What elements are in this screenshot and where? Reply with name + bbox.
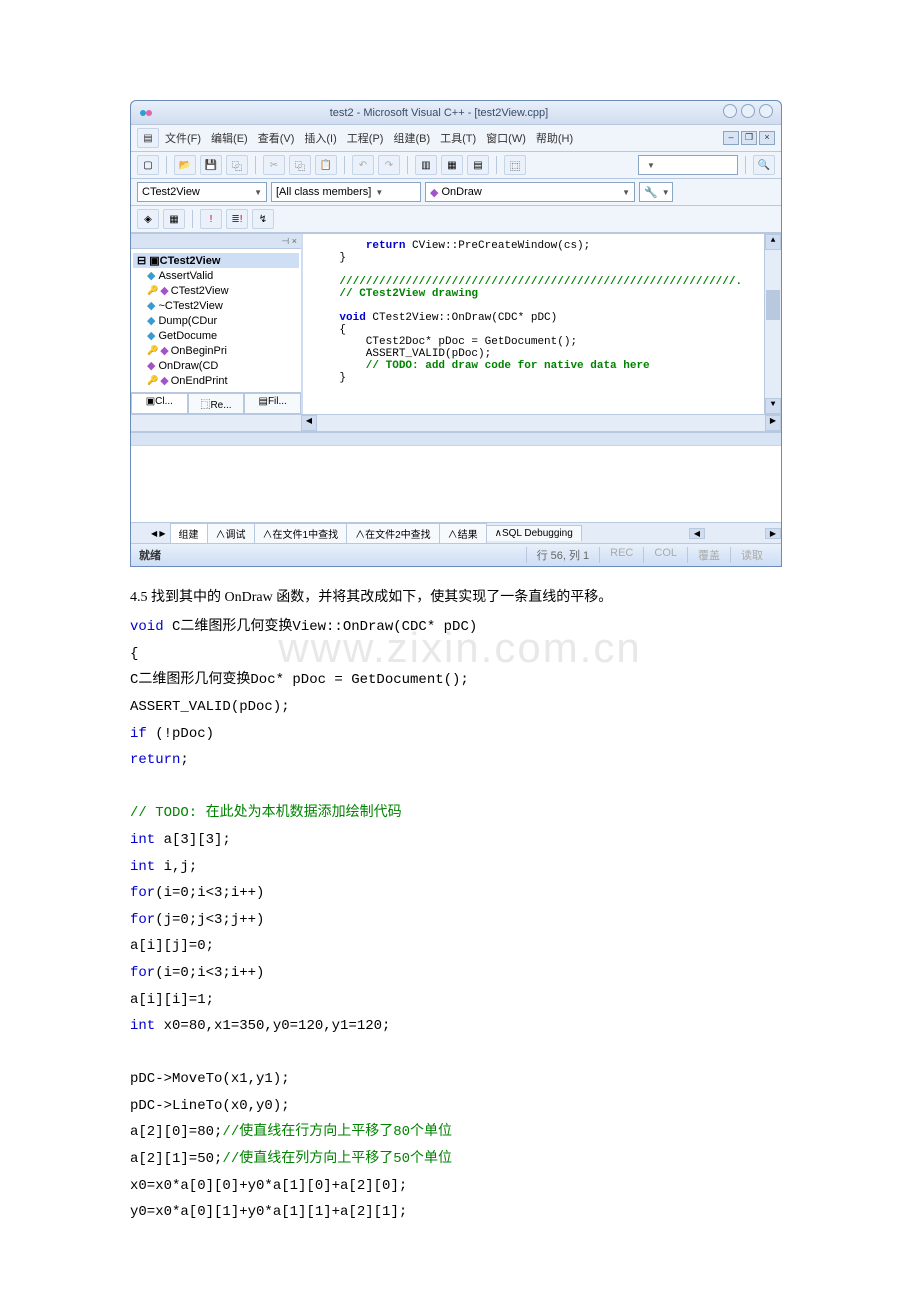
go-icon[interactable]: ↯ <box>252 209 274 229</box>
status-bar: 就绪 行 56, 列 1 REC COL 覆盖 读取 <box>131 543 781 566</box>
out-tab-find2[interactable]: ∧在文件2中查找 <box>346 523 440 543</box>
doc-intro: 4.5 找到其中的 OnDraw 函数，并将其改成如下，使其实现了一条直线的平移… <box>130 585 790 610</box>
member-combo[interactable]: ◆OnDraw▼ <box>425 182 635 202</box>
menu-window[interactable]: 窗口(W) <box>486 130 526 146</box>
code-h-scrollbar[interactable]: ◀ ▶ <box>131 414 781 431</box>
tree-panel-header[interactable]: ⊣ × <box>131 234 301 249</box>
cut-icon: ✂ <box>263 155 285 175</box>
output-panel-header[interactable] <box>131 433 781 446</box>
status-position: 行 56, 列 1 <box>526 547 600 563</box>
doc-icon[interactable]: ▤ <box>137 128 159 148</box>
class-combo[interactable]: CTest2View▼ <box>137 182 267 202</box>
tile-icon[interactable]: ⿴ <box>504 155 526 175</box>
tab-fileview[interactable]: ▤Fil... <box>244 393 301 414</box>
out-tab-find1[interactable]: ∧在文件1中查找 <box>254 523 348 543</box>
tab-resourceview[interactable]: ⿹Re... <box>188 393 245 414</box>
tree-node[interactable]: 🔑◆OnEndPrint <box>133 373 299 388</box>
output-icon[interactable]: ▦ <box>441 155 463 175</box>
status-col: COL <box>643 547 687 563</box>
child-close-button[interactable]: × <box>759 131 775 145</box>
save-all-icon[interactable]: ⿻ <box>226 155 248 175</box>
out-tab-build[interactable]: 组建 <box>170 523 208 543</box>
output-tabs: ◀ ▶ 组建 ∧调试 ∧在文件1中查找 ∧在文件2中查找 ∧结果 ∧SQL De… <box>131 522 781 543</box>
tree-tabs: ▣Cl... ⿹Re... ▤Fil... <box>131 392 301 414</box>
tab-classview[interactable]: ▣Cl... <box>131 393 188 414</box>
save-icon[interactable]: 💾 <box>200 155 222 175</box>
status-rec: REC <box>599 547 643 563</box>
config-combo[interactable]: ▼ <box>638 155 738 175</box>
menu-file[interactable]: 文件(F) <box>165 130 201 146</box>
menu-edit[interactable]: 编辑(E) <box>211 130 248 146</box>
window-title: test2 - Microsoft Visual C++ - [test2Vie… <box>159 107 719 119</box>
vertical-scrollbar[interactable]: ▲ ▼ <box>764 234 781 414</box>
toolbar-3: ◈ ▦ ! ≣! ↯ <box>131 206 781 233</box>
child-max-button[interactable]: ❐ <box>741 131 757 145</box>
new-icon[interactable]: ▢ <box>137 155 159 175</box>
out-tab-results[interactable]: ∧结果 <box>439 523 487 543</box>
execute-icon[interactable]: ≣! <box>226 209 248 229</box>
menu-bar: ▤ 文件(F) 编辑(E) 查看(V) 插入(I) 工程(P) 组建(B) 工具… <box>131 124 781 152</box>
window-list-icon[interactable]: ▤ <box>467 155 489 175</box>
status-ovr: 覆盖 <box>687 547 730 563</box>
title-bar: test2 - Microsoft Visual C++ - [test2Vie… <box>131 101 781 124</box>
filter-combo[interactable]: [All class members]▼ <box>271 182 421 202</box>
menu-build[interactable]: 组建(B) <box>393 130 430 146</box>
tree-root[interactable]: ⊟ ▣ CTest2View <box>133 253 299 268</box>
code-editor[interactable]: return CView::PreCreateWindow(cs); } ///… <box>303 234 781 414</box>
toolbar-2: CTest2View▼ [All class members]▼ ◆OnDraw… <box>131 179 781 206</box>
child-min-button[interactable]: – <box>723 131 739 145</box>
app-icon <box>139 106 153 120</box>
status-ready: 就绪 <box>139 547 161 563</box>
menu-tools[interactable]: 工具(T) <box>440 130 476 146</box>
menu-view[interactable]: 查看(V) <box>258 130 295 146</box>
open-icon[interactable]: 📂 <box>174 155 196 175</box>
out-tab-debug[interactable]: ∧调试 <box>207 523 255 543</box>
toolbar-1: ▢ 📂 💾 ⿻ ✂ ⿻ 📋 ↶ ↷ ▥ ▦ ▤ ⿴ ▼ 🔍 <box>131 152 781 179</box>
workspace-icon[interactable]: ▥ <box>415 155 437 175</box>
tree-node[interactable]: ◆Dump(CDur <box>133 313 299 328</box>
paste-icon[interactable]: 📋 <box>315 155 337 175</box>
build-icon[interactable]: ▦ <box>163 209 185 229</box>
code-block: void C二维图形几何变换View::OnDraw(CDC* pDC){ C二… <box>130 614 790 1226</box>
tree-node[interactable]: ◆AssertValid <box>133 268 299 283</box>
action-combo[interactable]: 🔧▼ <box>639 182 673 202</box>
compile-icon[interactable]: ◈ <box>137 209 159 229</box>
copy-icon[interactable]: ⿻ <box>289 155 311 175</box>
menu-project[interactable]: 工程(P) <box>347 130 384 146</box>
ide-window: test2 - Microsoft Visual C++ - [test2Vie… <box>130 100 782 567</box>
window-buttons[interactable] <box>719 104 773 121</box>
tree-node[interactable]: 🔑◆CTest2View <box>133 283 299 298</box>
tree-node[interactable]: ◆GetDocume <box>133 328 299 343</box>
tree-node[interactable]: 🔑◆OnBeginPri <box>133 343 299 358</box>
stop-build-icon[interactable]: ! <box>200 209 222 229</box>
workspace: ⊣ × ⊟ ▣ CTest2View ◆AssertValid🔑◆CTest2V… <box>131 233 781 414</box>
undo-icon: ↶ <box>352 155 374 175</box>
tree-node[interactable]: ◆~CTest2View <box>133 298 299 313</box>
menu-help[interactable]: 帮助(H) <box>536 130 573 146</box>
redo-icon: ↷ <box>378 155 400 175</box>
find-icon[interactable]: 🔍 <box>753 155 775 175</box>
menu-insert[interactable]: 插入(I) <box>304 130 336 146</box>
out-tab-sql[interactable]: ∧SQL Debugging <box>486 525 582 541</box>
output-content[interactable] <box>131 446 781 522</box>
output-panel: ◀ ▶ 组建 ∧调试 ∧在文件1中查找 ∧在文件2中查找 ∧结果 ∧SQL De… <box>131 431 781 543</box>
tree-node[interactable]: ◆OnDraw(CD <box>133 358 299 373</box>
status-read: 读取 <box>730 547 773 563</box>
class-tree-panel: ⊣ × ⊟ ▣ CTest2View ◆AssertValid🔑◆CTest2V… <box>131 234 303 414</box>
